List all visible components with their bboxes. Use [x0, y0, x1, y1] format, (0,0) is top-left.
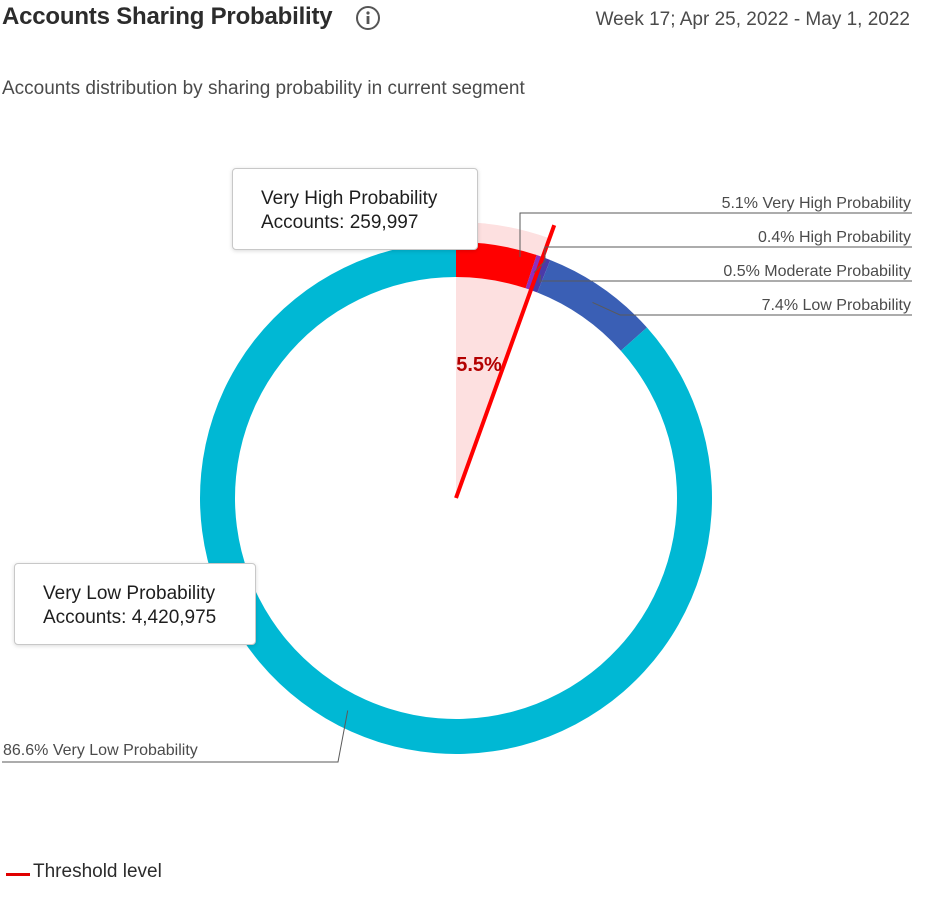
data-label-very-high-probability: 5.1% Very High Probability — [722, 195, 911, 212]
tooltip-detail: Accounts: 4,420,975 — [43, 607, 217, 628]
tooltip-title: Very High Probability — [261, 188, 438, 209]
data-label-moderate-probability: 0.5% Moderate Probability — [723, 263, 911, 280]
tooltip-very-low: Very Low Probability Accounts: 4,420,975 — [14, 563, 256, 645]
threshold-legend-label: Threshold level — [33, 861, 162, 882]
donut-chart: 5.5% 5.1% Very High Probability 0.4% High … — [2, 195, 912, 763]
tooltip-title: Very Low Probability — [43, 583, 216, 604]
threshold-legend-swatch — [6, 873, 30, 876]
slice-low-probability — [537, 259, 647, 351]
tooltip-detail: Accounts: 259,997 — [261, 212, 419, 233]
data-label-high-probability: 0.4% High Probability — [758, 229, 911, 246]
threshold-value-label: 5.5% — [456, 354, 502, 376]
tooltip-very-high: Very High Probability Accounts: 259,997 — [232, 168, 478, 250]
data-label-very-low-probability: 86.6% Very Low Probability — [3, 742, 198, 759]
data-label-low-probability: 7.4% Low Probability — [762, 297, 911, 314]
